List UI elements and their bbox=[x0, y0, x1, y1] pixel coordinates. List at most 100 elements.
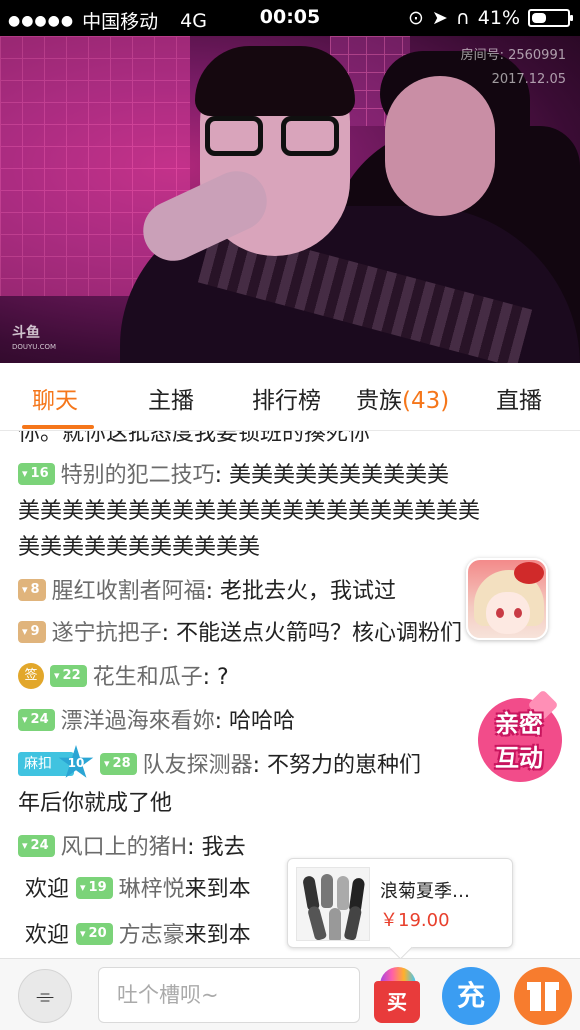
chat-message-continued: 美美美美美美美美美美美 bbox=[18, 535, 261, 560]
welcome-prefix: 欢迎 bbox=[25, 877, 70, 902]
chat-colon: : bbox=[214, 709, 230, 734]
bottom-action-bar: ⌯ 吐个槽呗~ 买 充 bbox=[0, 958, 580, 1030]
user-level: 24 bbox=[30, 838, 49, 853]
chat-colon: : bbox=[202, 665, 218, 690]
active-tab-indicator bbox=[22, 425, 94, 429]
user-level: 24 bbox=[30, 712, 49, 727]
chat-message-continued: 美美美美美美美美美美美美美美美美美美美美美 bbox=[18, 499, 481, 524]
chat-colon: : bbox=[205, 579, 220, 604]
gift-icon bbox=[541, 982, 545, 1011]
gift-button[interactable] bbox=[514, 967, 572, 1025]
user-level: 9 bbox=[30, 624, 40, 639]
user-level: 20 bbox=[88, 926, 107, 941]
game-promo-art bbox=[514, 608, 522, 618]
danmaku-filter-button[interactable]: ⌯ bbox=[18, 969, 72, 1023]
fan-club-badge: 麻扣 10 bbox=[18, 745, 94, 778]
intimate-interaction-button[interactable]: 亲密 互动 bbox=[472, 689, 568, 788]
user-level-badge: ▾ 8 bbox=[18, 579, 46, 601]
chat-colon: : bbox=[187, 835, 202, 860]
sock-image bbox=[343, 905, 363, 940]
tab-ranking[interactable]: 排行榜 bbox=[252, 381, 321, 415]
user-level: 8 bbox=[30, 582, 40, 597]
game-promo-art bbox=[496, 608, 504, 618]
room-id: 房间号: 2560991 bbox=[460, 48, 566, 63]
welcome-prefix: 欢迎 bbox=[25, 923, 70, 948]
headphones-icon: ∩ bbox=[455, 7, 470, 29]
chat-username[interactable]: 方志豪 bbox=[119, 923, 185, 948]
chat-text: 美美美美美美美美美美 bbox=[229, 463, 450, 488]
chat-message: ▾ 24 风口上的猪H: 我去 bbox=[18, 831, 246, 865]
recharge-button[interactable]: 充 bbox=[442, 967, 500, 1025]
user-level: 16 bbox=[30, 466, 49, 481]
game-promo-art bbox=[514, 562, 544, 584]
chat-username[interactable]: 腥红收割者阿福 bbox=[52, 579, 206, 604]
welcome-suffix: 来到本 bbox=[184, 877, 251, 902]
tab-live[interactable]: 直播 bbox=[496, 381, 542, 415]
level-shield-icon: ▾ bbox=[54, 669, 60, 682]
chat-message-partial: 你。就你这批态度我要锁班的揍死你 bbox=[18, 431, 371, 446]
shop-button[interactable]: 买 bbox=[372, 967, 424, 1025]
rotation-lock-icon: ⊙ bbox=[408, 7, 424, 29]
battery-icon bbox=[528, 9, 573, 27]
chat-username[interactable]: 队友探测器 bbox=[143, 753, 253, 778]
welcome-message: 欢迎 ▾ 19 琳梓悦来到本 bbox=[25, 873, 251, 907]
user-level-badge: ▾ 19 bbox=[76, 877, 113, 899]
chat-text: 不能送点火箭吗？核心调粉们 bbox=[176, 621, 463, 646]
chat-username[interactable]: 特别的犯二技巧 bbox=[61, 463, 215, 488]
level-shield-icon: ▾ bbox=[22, 625, 28, 638]
room-tab-bar: 聊天 主播 排行榜 贵族(43) 直播 bbox=[0, 363, 580, 431]
user-level: 28 bbox=[112, 756, 131, 771]
level-shield-icon: ▾ bbox=[80, 881, 86, 894]
user-level-badge: ▾ 20 bbox=[76, 923, 113, 945]
chat-username[interactable]: 漂洋過海來看妳 bbox=[61, 709, 215, 734]
douyu-watermark-logo: 斗鱼 DOUYU.COM bbox=[12, 326, 56, 354]
chat-username[interactable]: 遂宁抗把子 bbox=[52, 621, 162, 646]
product-thumbnail bbox=[296, 867, 370, 941]
streamer-figure bbox=[195, 46, 355, 116]
watermark-subtext: DOUYU.COM bbox=[12, 343, 57, 351]
user-level-badge: ▾ 28 bbox=[100, 753, 137, 775]
user-level-badge: ▾ 24 bbox=[18, 709, 55, 731]
sock-image bbox=[306, 905, 328, 940]
shop-label: 买 bbox=[374, 981, 420, 1023]
product-popup[interactable]: 浪菊夏季… ￥19.00 bbox=[287, 858, 513, 948]
product-price: ￥19.00 bbox=[380, 910, 450, 931]
chat-message-continued: 年后你就成了他 bbox=[18, 791, 173, 816]
user-level-badge: ▾ 9 bbox=[18, 621, 46, 643]
sock-image bbox=[302, 875, 320, 911]
chat-username[interactable]: 琳梓悦 bbox=[119, 877, 185, 902]
comment-input[interactable]: 吐个槽呗~ bbox=[98, 967, 360, 1023]
game-promo-art bbox=[486, 592, 530, 634]
chat-colon: : bbox=[214, 463, 230, 488]
user-level-badge: ▾ 16 bbox=[18, 463, 55, 485]
tab-anchor[interactable]: 主播 bbox=[148, 381, 194, 415]
chat-message: 签 ▾ 22 花生和瓜子: ? bbox=[18, 661, 229, 695]
status-bar: ●●●●● 中国移动 4G 00:05 ⊙ ➤ ∩ 41% bbox=[0, 0, 580, 36]
level-shield-icon: ▾ bbox=[104, 757, 110, 770]
sock-image bbox=[321, 874, 333, 908]
chat-colon: : bbox=[161, 621, 176, 646]
interaction-label-line1: 亲密 bbox=[495, 710, 543, 738]
interaction-label-line2: 互动 bbox=[495, 744, 543, 772]
level-shield-icon: ▾ bbox=[80, 927, 86, 940]
chat-username[interactable]: 风口上的猪H bbox=[61, 835, 188, 860]
chat-colon: : bbox=[252, 753, 268, 778]
chat-text: 哈哈哈 bbox=[229, 709, 296, 734]
level-shield-icon: ▾ bbox=[22, 467, 28, 480]
fan-club-name: 麻扣 bbox=[24, 756, 52, 772]
sock-image bbox=[329, 908, 341, 940]
live-video-player[interactable]: 房间号: 2560991 2017.12.05 斗鱼 DOUYU.COM bbox=[0, 36, 580, 363]
room-info: 房间号: 2560991 2017.12.05 bbox=[461, 44, 566, 92]
welcome-message: 欢迎 ▾ 20 方志豪来到本 bbox=[25, 919, 251, 953]
sock-image bbox=[337, 876, 349, 910]
tab-nobility[interactable]: 贵族(43) bbox=[356, 381, 449, 415]
user-level-badge: ▾ 22 bbox=[50, 665, 87, 687]
game-promo-avatar[interactable] bbox=[466, 558, 548, 640]
location-icon: ➤ bbox=[431, 7, 448, 29]
tab-chat[interactable]: 聊天 bbox=[32, 381, 78, 415]
chat-username[interactable]: 花生和瓜子 bbox=[93, 665, 203, 690]
chat-message: 麻扣 10 ▾ 28 队友探测器: 不努力的崽种们 bbox=[18, 745, 421, 783]
fan-level-star-icon: 10 bbox=[58, 745, 94, 778]
user-level: 22 bbox=[62, 668, 81, 683]
level-shield-icon: ▾ bbox=[22, 713, 28, 726]
